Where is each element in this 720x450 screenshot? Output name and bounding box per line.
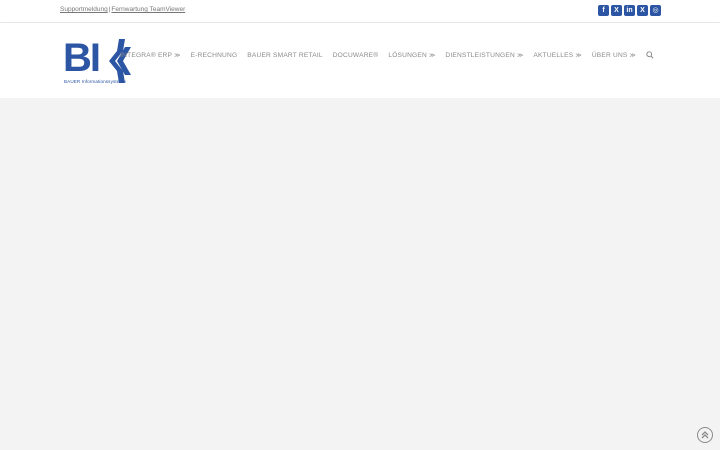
chevron-down-icon: ≫ xyxy=(174,53,181,59)
teamviewer-link[interactable]: Fernwartung TeamViewer xyxy=(111,6,185,13)
linkedin-icon[interactable]: in xyxy=(624,5,635,16)
nav-label: LÖSUNGEN xyxy=(388,52,427,59)
nav-label: ÜBER UNS xyxy=(591,52,628,59)
nav-item-aktuelles[interactable]: AKTUELLES ≫ xyxy=(533,52,581,59)
top-links: Supportmeldung|Fernwartung TeamViewer xyxy=(60,6,185,14)
page-content xyxy=(0,98,720,450)
nav-label: DIENSTLEISTUNGEN xyxy=(445,52,515,59)
chevron-down-icon: ≫ xyxy=(575,53,582,59)
instagram-icon[interactable]: ◎ xyxy=(650,5,661,16)
nav-label: E-RECHNUNG xyxy=(190,52,238,59)
nav-item-e-rechnung[interactable]: E-RECHNUNG xyxy=(191,52,238,59)
nav-item-bauer-smart-retail[interactable]: BAUER SMART RETAIL xyxy=(247,52,322,59)
logo-text: BI xyxy=(63,37,99,80)
nav-label: INTEGRA® ERP xyxy=(120,52,173,59)
facebook-icon[interactable]: f xyxy=(598,5,609,16)
social-links: f X in X ◎ xyxy=(598,5,661,16)
nav-item-integra-erp[interactable]: INTEGRA® ERP ≫ xyxy=(120,52,180,59)
site-header: BI BAUER Informationssysteme INTEGRA® ER… xyxy=(0,23,720,98)
top-bar: Supportmeldung|Fernwartung TeamViewer f … xyxy=(0,0,720,23)
nav-item-dienstleistungen[interactable]: DIENSTLEISTUNGEN ≫ xyxy=(445,52,523,59)
search-icon[interactable] xyxy=(646,51,654,59)
xing-icon[interactable]: X xyxy=(637,5,648,16)
nav-label: BAUER SMART RETAIL xyxy=(247,52,323,59)
chevron-down-icon: ≫ xyxy=(629,53,636,59)
nav-item-docuware[interactable]: DOCUWARE® xyxy=(333,52,379,59)
nav-item-ueber-uns[interactable]: ÜBER UNS ≫ xyxy=(592,52,636,59)
chevron-down-icon: ≫ xyxy=(516,53,524,59)
nav-item-loesungen[interactable]: LÖSUNGEN ≫ xyxy=(388,52,435,59)
chevron-up-icon xyxy=(701,431,709,439)
logo-subtitle: BAUER Informationssysteme xyxy=(64,79,126,84)
x-icon[interactable]: X xyxy=(611,5,622,16)
nav-label: DOCUWARE® xyxy=(332,52,379,59)
scroll-to-top-button[interactable] xyxy=(697,427,713,443)
chevron-down-icon: ≫ xyxy=(428,53,436,59)
main-nav: INTEGRA® ERP ≫ E-RECHNUNG BAUER SMART RET… xyxy=(120,52,636,59)
support-link[interactable]: Supportmeldung xyxy=(60,6,108,13)
nav-label: AKTUELLES xyxy=(533,52,574,59)
